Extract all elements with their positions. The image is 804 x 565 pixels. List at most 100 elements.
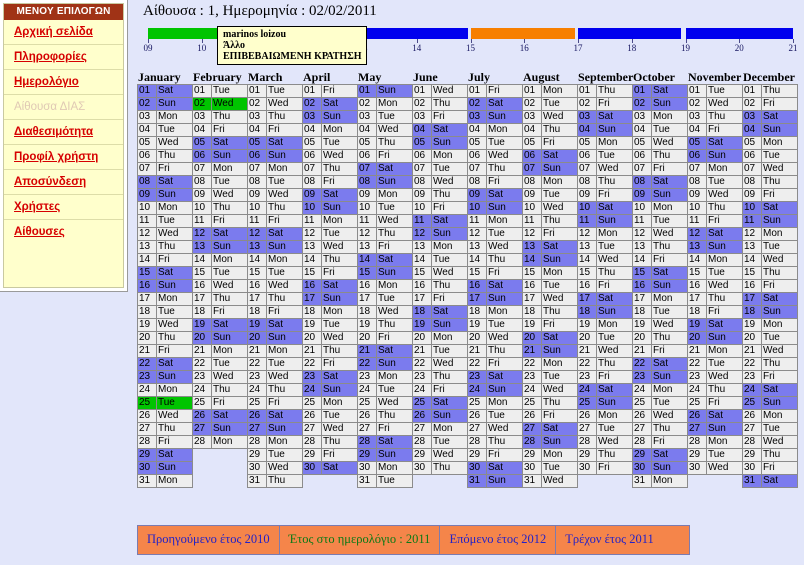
day-number[interactable]: 23 <box>577 370 597 384</box>
calendar-day-row[interactable]: 01 Wed <box>412 84 468 98</box>
calendar-day-row[interactable]: 17 Thu <box>687 292 743 306</box>
day-number[interactable]: 20 <box>687 331 707 345</box>
day-number[interactable]: 14 <box>522 253 542 267</box>
calendar-day-row[interactable]: 27 Tue <box>742 422 798 436</box>
day-of-week[interactable]: Sat <box>706 318 743 332</box>
day-of-week[interactable]: Wed <box>321 149 358 163</box>
day-number[interactable]: 20 <box>192 331 212 345</box>
day-number[interactable]: 10 <box>192 201 212 215</box>
day-number[interactable]: 20 <box>247 331 267 345</box>
day-number[interactable]: 13 <box>412 240 432 254</box>
day-of-week[interactable]: Wed <box>761 435 798 449</box>
day-number[interactable]: 06 <box>632 149 652 163</box>
day-of-week[interactable]: Thu <box>596 357 633 371</box>
day-of-week[interactable]: Mon <box>541 266 578 280</box>
day-of-week[interactable]: Sat <box>156 175 193 189</box>
day-of-week[interactable]: Sun <box>706 149 743 163</box>
day-number[interactable]: 08 <box>302 175 322 189</box>
day-number[interactable]: 04 <box>742 123 762 137</box>
day-of-week[interactable]: Mon <box>596 136 633 150</box>
calendar-day-row[interactable]: 22 Sat <box>137 357 193 371</box>
day-number[interactable]: 26 <box>577 409 597 423</box>
day-of-week[interactable]: Wed <box>156 227 193 241</box>
day-number[interactable]: 08 <box>467 175 487 189</box>
calendar-day-row[interactable]: 12 Mon <box>577 227 633 241</box>
day-number[interactable]: 23 <box>247 370 267 384</box>
day-of-week[interactable]: Thu <box>761 448 798 462</box>
calendar-day-row[interactable]: 03 Fri <box>412 110 468 124</box>
calendar-day-row[interactable]: 17 Tue <box>357 292 413 306</box>
day-number[interactable]: 31 <box>137 474 157 488</box>
day-of-week[interactable]: Sun <box>651 188 688 202</box>
calendar-day-row[interactable]: 20 Tue <box>577 331 633 345</box>
day-of-week[interactable]: Tue <box>486 318 523 332</box>
day-of-week[interactable]: Tue <box>266 448 303 462</box>
day-number[interactable]: 19 <box>687 318 707 332</box>
day-number[interactable]: 23 <box>742 370 762 384</box>
calendar-day-row[interactable]: 23 Sat <box>467 370 523 384</box>
calendar-day-row[interactable]: 21 Mon <box>687 344 743 358</box>
calendar-day-row[interactable]: 30 Sun <box>632 461 688 475</box>
day-number[interactable]: 29 <box>467 448 487 462</box>
day-number[interactable]: 09 <box>412 188 432 202</box>
day-of-week[interactable]: Tue <box>266 84 303 98</box>
calendar-day-row[interactable]: 25 Sun <box>577 396 633 410</box>
day-number[interactable]: 25 <box>412 396 432 410</box>
day-of-week[interactable]: Tue <box>596 422 633 436</box>
day-number[interactable]: 11 <box>247 214 267 228</box>
calendar-day-row[interactable]: 04 Wed <box>357 123 413 137</box>
day-of-week[interactable]: Tue <box>541 279 578 293</box>
day-of-week[interactable]: Thu <box>486 162 523 176</box>
calendar-day-row[interactable]: 06 Sat <box>522 149 578 163</box>
day-of-week[interactable]: Sun <box>156 370 193 384</box>
day-of-week[interactable]: Mon <box>321 214 358 228</box>
day-of-week[interactable]: Mon <box>321 396 358 410</box>
day-number[interactable]: 01 <box>357 84 377 98</box>
day-number[interactable]: 28 <box>522 435 542 449</box>
calendar-day-row[interactable]: 14 Fri <box>137 253 193 267</box>
day-number[interactable]: 27 <box>577 422 597 436</box>
day-number[interactable]: 28 <box>467 435 487 449</box>
day-number[interactable]: 09 <box>632 188 652 202</box>
day-number[interactable]: 28 <box>357 435 377 449</box>
day-number[interactable]: 30 <box>137 461 157 475</box>
calendar-day-row[interactable]: 30 Mon <box>357 461 413 475</box>
day-of-week[interactable]: Mon <box>156 201 193 215</box>
calendar-day-row[interactable]: 05 Sat <box>192 136 248 150</box>
day-of-week[interactable]: Thu <box>651 149 688 163</box>
calendar-day-row[interactable]: 12 Wed <box>632 227 688 241</box>
day-of-week[interactable]: Tue <box>761 240 798 254</box>
day-of-week[interactable]: Thu <box>706 110 743 124</box>
calendar-day-row[interactable]: 14 Tue <box>412 253 468 267</box>
day-of-week[interactable]: Sun <box>321 110 358 124</box>
calendar-day-row[interactable]: 29 Fri <box>467 448 523 462</box>
day-of-week[interactable]: Mon <box>651 383 688 397</box>
day-number[interactable]: 04 <box>687 123 707 137</box>
calendar-day-row[interactable]: 01 Sat <box>632 84 688 98</box>
day-of-week[interactable]: Fri <box>266 305 303 319</box>
day-of-week[interactable]: Sun <box>376 266 413 280</box>
calendar-day-row[interactable]: 05 Fri <box>522 136 578 150</box>
calendar-day-row[interactable]: 23 Wed <box>192 370 248 384</box>
calendar-day-row[interactable]: 04 Sun <box>577 123 633 137</box>
day-number[interactable]: 08 <box>522 175 542 189</box>
day-of-week[interactable]: Sat <box>431 396 468 410</box>
day-of-week[interactable]: Sun <box>376 448 413 462</box>
day-of-week[interactable]: Sun <box>156 97 193 111</box>
day-number[interactable]: 15 <box>302 266 322 280</box>
sidebar-item-5[interactable]: Προφίλ χρήστη <box>4 145 123 170</box>
day-number[interactable]: 29 <box>137 448 157 462</box>
day-number[interactable]: 27 <box>247 422 267 436</box>
calendar-day-row[interactable]: 07 Sun <box>522 162 578 176</box>
day-number[interactable]: 28 <box>632 435 652 449</box>
calendar-day-row[interactable]: 19 Mon <box>742 318 798 332</box>
calendar-day-row[interactable]: 14 Mon <box>192 253 248 267</box>
day-number[interactable]: 19 <box>412 318 432 332</box>
calendar-day-row[interactable]: 06 Thu <box>137 149 193 163</box>
day-number[interactable]: 13 <box>247 240 267 254</box>
day-of-week[interactable]: Sat <box>376 162 413 176</box>
calendar-day-row[interactable]: 19 Wed <box>632 318 688 332</box>
day-of-week[interactable]: Wed <box>761 253 798 267</box>
calendar-day-row[interactable]: 20 Mon <box>412 331 468 345</box>
calendar-day-row[interactable]: 01 Tue <box>247 84 303 98</box>
